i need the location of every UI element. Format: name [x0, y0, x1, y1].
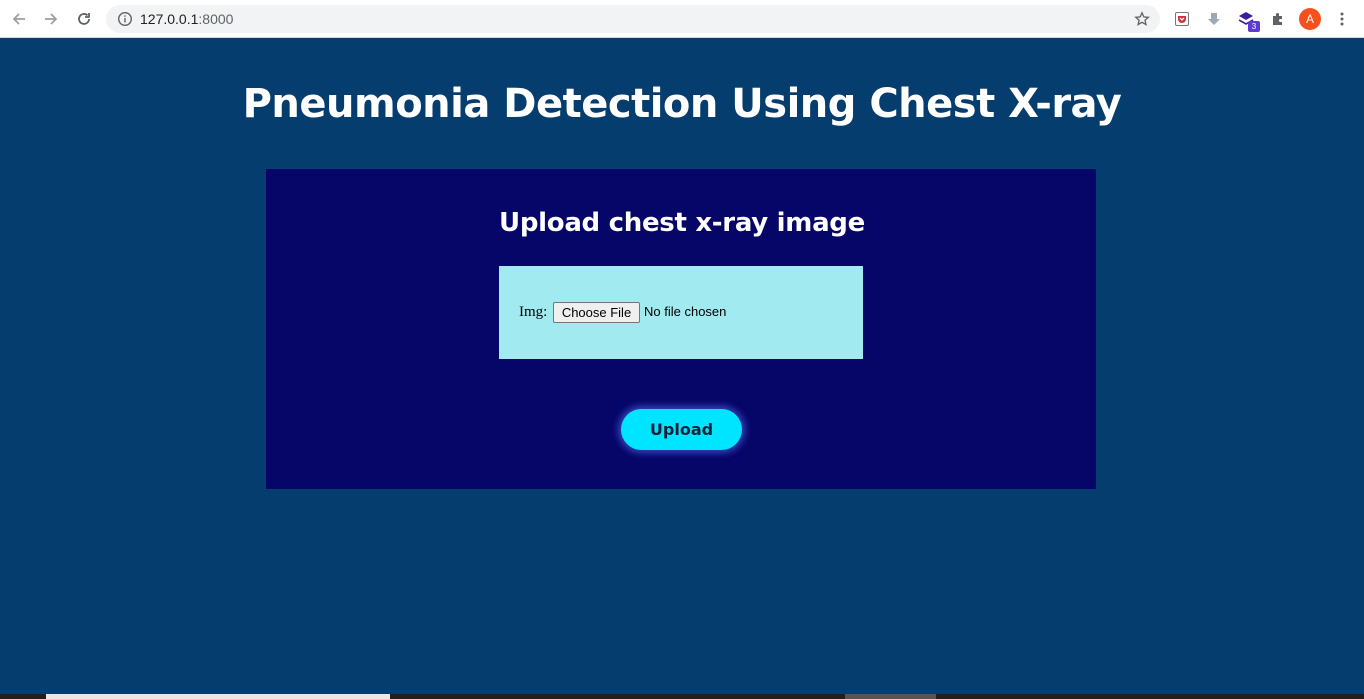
- profile-avatar[interactable]: A: [1299, 8, 1321, 30]
- bookmark-star-icon[interactable]: [1134, 11, 1150, 27]
- reload-icon: [78, 13, 90, 25]
- extension-pocket[interactable]: [1172, 9, 1192, 29]
- puzzle-icon: [1273, 13, 1282, 25]
- extension-badge: 3: [1248, 21, 1260, 32]
- browser-toolbar: 127.0.0.1:8000 3 A: [0, 0, 1364, 38]
- extensions-button[interactable]: [1268, 9, 1288, 29]
- more-vertical-icon: [1340, 12, 1344, 26]
- taskbar-segment: [46, 694, 390, 699]
- forward-button[interactable]: [40, 8, 62, 30]
- url-text[interactable]: 127.0.0.1:8000: [140, 11, 233, 27]
- reload-button[interactable]: [73, 8, 95, 30]
- page-title: Pneumonia Detection Using Chest X-ray: [242, 81, 1122, 127]
- pocket-icon: [1175, 12, 1189, 26]
- address-bar[interactable]: 127.0.0.1:8000: [106, 5, 1160, 33]
- card-heading: Upload chest x-ray image: [499, 208, 865, 238]
- url-port: :8000: [198, 11, 234, 27]
- choose-file-button[interactable]: Choose File: [553, 302, 640, 323]
- browser-menu-button[interactable]: [1332, 9, 1352, 29]
- img-label: Img:: [519, 304, 548, 320]
- arrow-right-icon: [45, 13, 58, 25]
- taskbar-segment: [845, 694, 936, 699]
- download-arrow-icon: [1208, 13, 1220, 25]
- extension-download[interactable]: [1204, 9, 1224, 29]
- back-button[interactable]: [8, 8, 30, 30]
- file-status-text: No file chosen: [644, 304, 727, 319]
- taskbar-strip: [0, 694, 1364, 699]
- arrow-left-icon: [12, 13, 25, 25]
- url-host: 127.0.0.1: [140, 11, 199, 27]
- upload-button[interactable]: Upload: [621, 409, 742, 450]
- info-icon[interactable]: [117, 11, 133, 27]
